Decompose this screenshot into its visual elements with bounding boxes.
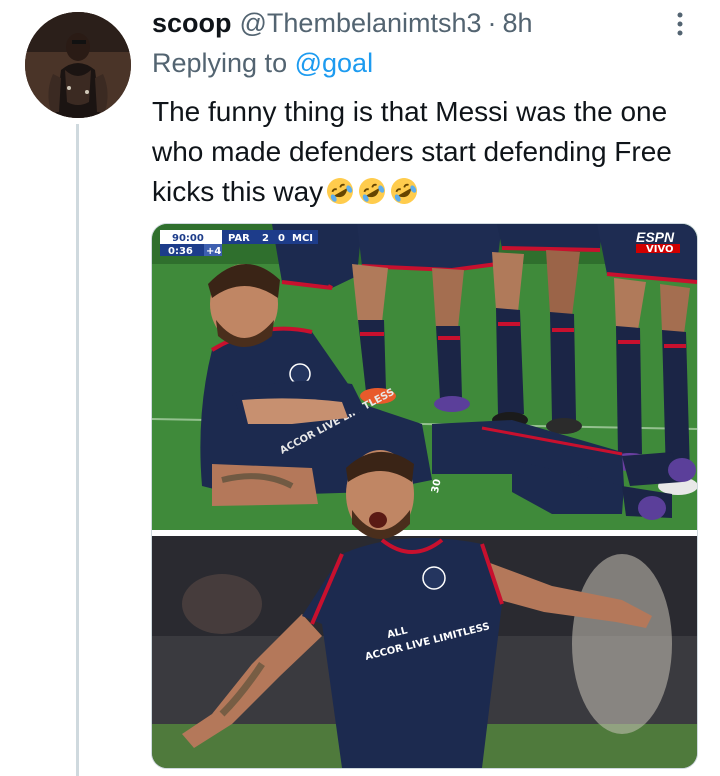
user-handle[interactable]: @Thembelanimtsh3 (240, 8, 482, 39)
replying-mention-link[interactable]: @goal (295, 48, 373, 78)
scoreboard-clock: 90:00 (172, 233, 204, 244)
more-vertical-icon[interactable] (668, 8, 692, 40)
display-name[interactable]: scoop (152, 8, 232, 39)
scoreboard-added-clock: 0:36 (168, 246, 193, 257)
scoreboard-added-time: +4 (206, 246, 221, 257)
scoreboard-home-team: PAR (228, 233, 250, 244)
rolling-laughing-emoji-icon (359, 178, 386, 204)
tweet-header: scoop @Thembelanimtsh3 · 8h (152, 6, 533, 40)
avatar[interactable] (25, 12, 131, 118)
scoreboard-home-score: 2 (262, 233, 269, 244)
scoreboard-away-team: MCI (292, 233, 313, 244)
photo-divider (152, 530, 697, 536)
avatar-image (25, 12, 131, 118)
espn-sub-text: VIVO (646, 244, 674, 255)
tweet-media[interactable]: 30 ACCOR LIVE LIMITLESS 90:00 PAR 2 0 MC… (151, 223, 698, 769)
timestamp[interactable]: 8h (503, 8, 533, 39)
scoreboard-away-score: 0 (278, 233, 285, 244)
espn-logo: ESPN VIVO (636, 229, 680, 255)
media-collage: 30 ACCOR LIVE LIMITLESS 90:00 PAR 2 0 MC… (152, 224, 697, 768)
espn-logo-text: ESPN (636, 229, 675, 245)
thread-line (76, 124, 79, 776)
separator-dot: · (487, 7, 497, 38)
replying-prefix: Replying to (152, 48, 288, 78)
top-photo: 30 ACCOR LIVE LIMITLESS 90:00 PAR 2 0 MC… (152, 224, 697, 530)
rolling-laughing-emoji-icon (391, 178, 418, 204)
tweet-text: The funny thing is that Messi was the on… (152, 92, 692, 212)
rolling-laughing-emoji-icon (327, 178, 354, 204)
replying-to: Replying to @goal (152, 48, 373, 79)
